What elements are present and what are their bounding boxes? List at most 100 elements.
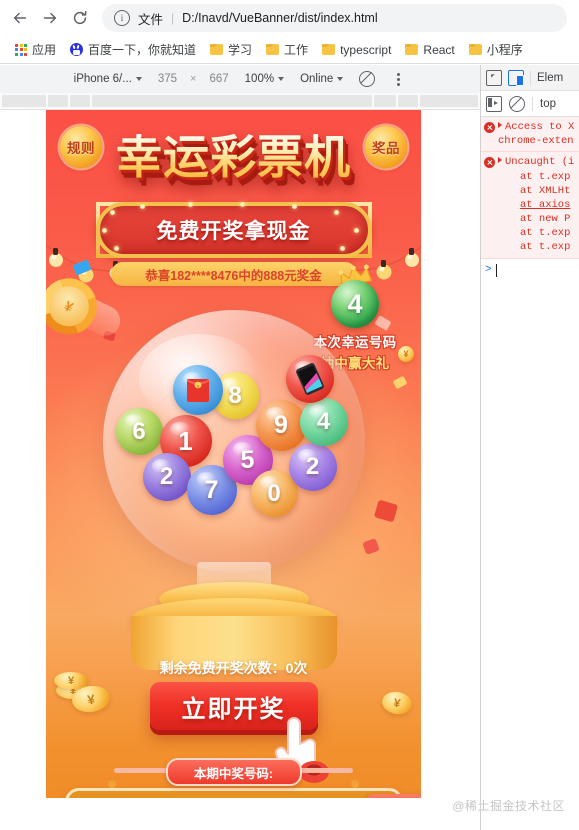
apps-grid-icon <box>15 43 27 56</box>
bookmark-folder-study[interactable]: 学习 <box>203 39 259 60</box>
console-toolbar: top <box>481 91 579 117</box>
reload-button[interactable] <box>66 4 94 32</box>
throttling-selector[interactable]: Online <box>292 73 351 85</box>
console-input[interactable]: > <box>481 259 579 282</box>
clear-console-icon[interactable] <box>509 95 525 112</box>
bulb-icon <box>187 202 193 207</box>
folder-icon <box>266 44 280 55</box>
bulb-icon <box>339 246 345 251</box>
kebab-menu-icon[interactable] <box>383 72 414 86</box>
toggle-device-toolbar-icon[interactable] <box>508 69 524 86</box>
stack-frame: at new P <box>520 213 571 226</box>
lucky-ball: 4 <box>331 280 379 328</box>
ribbon-arm-right <box>299 768 353 773</box>
lottery-ball-phone <box>285 355 334 403</box>
console-error-message[interactable]: Access to X chrome-exten <box>481 117 579 153</box>
forward-arrow-icon <box>43 12 57 24</box>
lottery-ball: 6 <box>115 408 163 455</box>
no-throttle-icon <box>359 71 376 87</box>
address-bar[interactable]: i 文件 | D:/Inavd/VueBanner/dist/index.htm… <box>102 4 567 32</box>
viewport-width-input[interactable]: 375 <box>150 73 185 85</box>
stack-frame: at XMLHt <box>520 184 571 197</box>
bookmark-label: React <box>423 42 455 57</box>
message-body: Access to X chrome-exten <box>498 120 578 148</box>
envelope-flap <box>366 794 421 798</box>
url-text: D:/Inavd/VueBanner/dist/index.html <box>182 11 378 25</box>
viewport-width: 375 <box>157 73 178 85</box>
lottery-banner: ¥ ¥ ¥ ¥ ¥ ✦ ✦ ✦ 规则 奖品 幸运彩票机 <box>46 110 421 798</box>
zoom-selector[interactable]: 100% <box>237 73 292 85</box>
devtools-panel: Elem top Access to X chrome-exten Uncaug… <box>480 65 579 830</box>
bulb-icon <box>353 228 359 233</box>
forward-button[interactable] <box>36 4 64 32</box>
bookmark-label: 工作 <box>284 43 309 57</box>
device-name: iPhone 6/... <box>73 73 132 85</box>
watermark: @稀土掘金技术社区 <box>452 799 565 813</box>
console-error-message[interactable]: Uncaught (i at t.exp at XMLHt at axios a… <box>481 152 579 259</box>
bookmark-folder-work[interactable]: 工作 <box>259 39 315 60</box>
no-throttle-button[interactable] <box>351 71 383 87</box>
tab-elements[interactable]: Elem <box>537 72 563 84</box>
zoom-value: 100% <box>244 73 275 85</box>
bookmark-label: typescript <box>340 42 392 57</box>
navigation-bar: i 文件 | D:/Inavd/VueBanner/dist/index.htm… <box>0 0 579 36</box>
folder-icon <box>322 44 336 55</box>
stack-frame-link[interactable]: at axios <box>498 198 578 212</box>
back-button[interactable] <box>6 4 34 32</box>
reload-icon <box>73 10 87 25</box>
lottery-ball: 2 <box>288 443 337 491</box>
stack-frame: at t.exp <box>520 227 571 240</box>
lucky-number: 4 <box>347 288 363 319</box>
gold-coin: ¥ <box>380 689 414 717</box>
console-sidebar-icon[interactable] <box>486 95 502 112</box>
prompt-chevron-icon: > <box>485 264 492 277</box>
viewport-height-input[interactable]: 667 <box>201 73 236 85</box>
inspect-element-icon[interactable] <box>486 69 502 86</box>
bookmark-label: 学习 <box>228 43 253 57</box>
bookmark-baidu[interactable]: 百度一下，你就知道 <box>63 39 203 60</box>
bookmark-label: 百度一下，你就知道 <box>88 43 197 57</box>
url-scheme-label: 文件 <box>138 12 164 27</box>
title-block: 幸运彩票机 <box>46 134 421 180</box>
baidu-icon <box>70 43 84 56</box>
red-envelope-icon: ¥ <box>186 379 209 402</box>
bulb-icon <box>139 204 145 209</box>
winning-numbers-panel: 4 5 7 3 1 ¥ 888 元 现金 <box>64 788 421 798</box>
devtools-tabbar: Elem <box>481 65 579 91</box>
chevron-down-icon <box>278 77 285 81</box>
lottery-ball-envelope: ¥ <box>172 365 223 415</box>
bookmark-folder-miniprogram[interactable]: 小程序 <box>462 39 530 60</box>
remaining-draws-label: 剩余免费开奖次数：0次 <box>159 660 308 676</box>
message-body: Uncaught (i at t.exp at XMLHt at axios a… <box>498 155 578 254</box>
device-viewport[interactable]: ¥ ¥ ¥ ¥ ¥ ✦ ✦ ✦ 规则 奖品 幸运彩票机 <box>46 110 421 798</box>
divider <box>530 70 531 85</box>
ribbon-pin-right <box>351 780 359 788</box>
lottery-machine-sphere: 6 1 2 7 5 0 8 9 2 4 ¥ <box>102 310 365 572</box>
url-separator: | <box>171 11 175 25</box>
message-line: Access to X <box>498 120 578 134</box>
bulb-icon <box>239 202 245 207</box>
chevron-down-icon <box>337 77 344 81</box>
viewport-ruler <box>0 93 480 110</box>
prize-envelope: ¥ 888 元 现金 <box>366 794 421 798</box>
phone-icon <box>295 363 324 395</box>
bookmark-apps[interactable]: 应用 <box>8 39 63 60</box>
bookmark-folder-react[interactable]: React <box>398 41 461 59</box>
divider <box>532 96 533 111</box>
bulb-icon <box>109 210 115 215</box>
device-emulation-toolbar: iPhone 6/... 375 × 667 100% Online <box>0 65 480 94</box>
folder-icon <box>468 44 482 55</box>
message-line: Uncaught (i <box>498 155 578 169</box>
ribbon-pin-left <box>108 780 116 788</box>
confetti-yellow <box>392 375 408 390</box>
bookmark-folder-typescript[interactable]: typescript <box>315 41 398 59</box>
info-icon[interactable]: i <box>114 10 130 26</box>
console-context-selector[interactable]: top <box>540 98 556 110</box>
chevron-down-icon <box>135 77 142 81</box>
bulb-icon <box>333 210 339 215</box>
browser-chrome: i 文件 | D:/Inavd/VueBanner/dist/index.htm… <box>0 0 579 65</box>
device-selector[interactable]: iPhone 6/... <box>66 73 150 85</box>
ribbon-arm-left <box>114 768 168 773</box>
lottery-ball: 4 <box>299 398 348 446</box>
dimension-separator: × <box>190 73 197 85</box>
